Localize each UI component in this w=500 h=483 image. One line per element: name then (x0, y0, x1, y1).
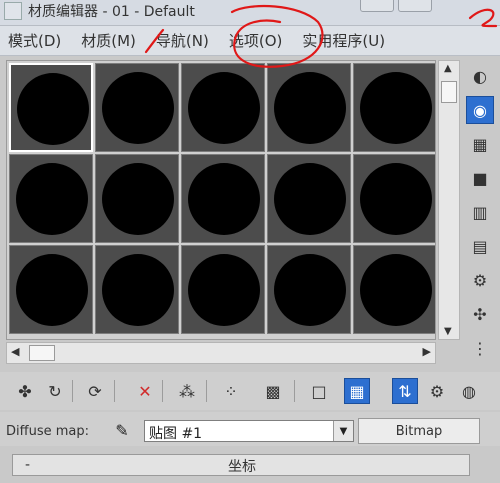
sample-slots-vertical-scrollbar[interactable]: ▲ ▼ (438, 60, 460, 340)
sample-slot[interactable] (181, 63, 265, 152)
material-sphere-preview (360, 72, 432, 144)
sample-slots-horizontal-scrollbar[interactable]: ◀ ▶ (6, 342, 436, 364)
menu-options[interactable]: 选项(O) (229, 30, 283, 51)
side-toolbar: ◐ ◉ ▦ ■ ▥ ▤ ⚙ ✣ ⋮ (462, 60, 498, 360)
select-by-material-icon[interactable]: ✣ (466, 300, 494, 328)
material-sphere-preview (102, 72, 174, 144)
diffuse-map-label: Diffuse map: (6, 424, 89, 439)
material-id-icon[interactable]: ▩ (260, 378, 286, 404)
material-sphere-preview (102, 163, 174, 235)
go-forward-icon[interactable]: ⚙ (424, 378, 450, 404)
horizontal-scroll-thumb[interactable] (29, 345, 55, 361)
sample-slot[interactable] (95, 63, 179, 152)
toolbar-separator (294, 380, 295, 402)
material-options-icon[interactable]: ◍ (456, 378, 482, 404)
material-navigator-icon[interactable]: ⋮ (466, 334, 494, 362)
sample-slot[interactable] (353, 245, 435, 334)
scroll-right-arrow-icon[interactable]: ▶ (423, 345, 431, 358)
toolbar-separator (72, 380, 73, 402)
material-name-value: 贴图 #1 (149, 426, 203, 442)
video-color-check-icon[interactable]: ▥ (466, 198, 494, 226)
map-type-button[interactable]: Bitmap (358, 418, 480, 444)
window-title: 材质编辑器 - 01 - Default (28, 4, 195, 20)
sample-slot[interactable] (181, 154, 265, 243)
get-material-icon[interactable]: ✤ (12, 378, 38, 404)
material-name-select[interactable]: 贴图 #1 ▼ (144, 420, 354, 442)
material-sphere-preview (188, 254, 260, 326)
menu-navigation[interactable]: 导航(N) (156, 30, 209, 51)
material-sphere-preview (274, 72, 346, 144)
rollout-title: 坐标 (228, 459, 256, 475)
sample-slot[interactable] (267, 245, 351, 334)
backlight-icon[interactable]: ◉ (466, 96, 494, 124)
scroll-down-arrow-icon[interactable]: ▼ (444, 326, 452, 337)
material-sphere-preview (16, 254, 88, 326)
coordinates-rollout[interactable]: - 坐标 (12, 454, 470, 476)
menu-mode[interactable]: 模式(D) (8, 30, 61, 51)
material-sphere-preview (274, 163, 346, 235)
toolbar-separator (114, 380, 115, 402)
show-map-icon[interactable]: □ (306, 378, 332, 404)
sample-slot[interactable] (181, 245, 265, 334)
sample-slot[interactable] (9, 63, 93, 152)
material-sphere-preview (102, 254, 174, 326)
go-to-parent-icon[interactable]: ⇅ (392, 378, 418, 404)
material-sphere-preview (274, 254, 346, 326)
menu-material[interactable]: 材质(M) (81, 30, 136, 51)
sample-slot[interactable] (95, 245, 179, 334)
toolbar-separator (162, 380, 163, 402)
material-sphere-preview (360, 163, 432, 235)
sample-slots-panel (6, 60, 436, 340)
material-sphere-preview (188, 72, 260, 144)
sample-slot[interactable] (267, 63, 351, 152)
background-icon[interactable]: ▦ (466, 130, 494, 158)
sample-slot[interactable] (9, 245, 93, 334)
eyedropper-icon[interactable]: ✎ (110, 418, 134, 442)
sample-slot[interactable] (95, 154, 179, 243)
material-sphere-preview (360, 254, 432, 326)
put-to-scene-icon[interactable]: ↻ (42, 378, 68, 404)
put-to-library-icon[interactable]: ⁘ (218, 378, 244, 404)
sample-slot[interactable] (353, 63, 435, 152)
reset-map-icon[interactable]: ✕ (132, 378, 158, 404)
options-icon[interactable]: ⚙ (466, 266, 494, 294)
app-icon (4, 2, 22, 20)
material-toolbar: ✤ ↻ ⟳ ✕ ⁂ ⁘ ▩ □ ▦ ⇅ ⚙ ◍ (0, 372, 500, 410)
make-preview-icon[interactable]: ▤ (466, 232, 494, 260)
material-sphere-preview (17, 73, 89, 145)
vertical-scroll-thumb[interactable] (441, 81, 457, 103)
sample-type-icon[interactable]: ◐ (466, 62, 494, 90)
scroll-up-arrow-icon[interactable]: ▲ (444, 63, 452, 74)
sample-slot[interactable] (353, 154, 435, 243)
chevron-down-icon[interactable]: ▼ (333, 421, 353, 441)
menu-bar: 模式(D) 材质(M) 导航(N) 选项(O) 实用程序(U) (0, 26, 500, 56)
sample-slot[interactable] (9, 154, 93, 243)
show-end-result-icon[interactable]: ▦ (344, 378, 370, 404)
title-bar: 材质编辑器 - 01 - Default (0, 0, 500, 26)
scroll-left-arrow-icon[interactable]: ◀ (11, 345, 19, 358)
material-sphere-preview (16, 163, 88, 235)
minimize-button[interactable] (360, 0, 394, 12)
make-unique-icon[interactable]: ⁂ (174, 378, 200, 404)
sample-slots-grid (9, 63, 435, 334)
material-sphere-preview (188, 163, 260, 235)
menu-utilities[interactable]: 实用程序(U) (302, 30, 385, 51)
sample-slot[interactable] (267, 154, 351, 243)
toolbar-separator (206, 380, 207, 402)
maximize-button[interactable] (398, 0, 432, 12)
uv-tiling-icon[interactable]: ■ (466, 164, 494, 192)
map-row: Diffuse map: ✎ 贴图 #1 ▼ Bitmap (0, 412, 500, 446)
assign-to-selection-icon[interactable]: ⟳ (82, 378, 108, 404)
